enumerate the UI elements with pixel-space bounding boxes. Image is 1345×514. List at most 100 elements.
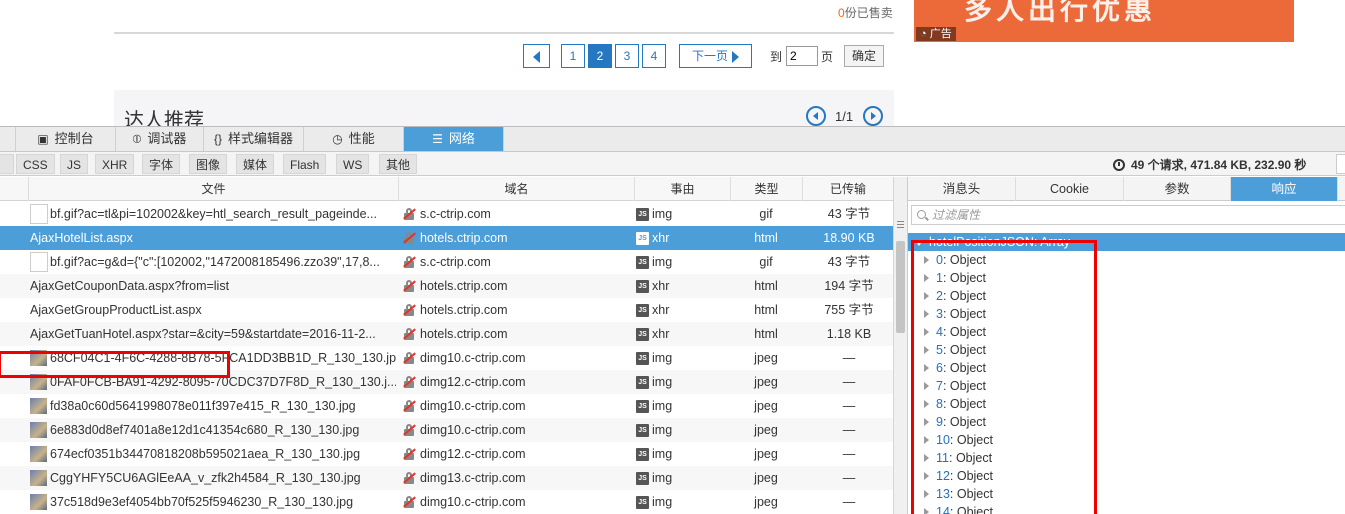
request-scrollbar[interactable]: [893, 177, 907, 514]
recommend-prev-icon[interactable]: [806, 106, 826, 126]
request-type: jpeg: [754, 399, 778, 413]
summary-box[interactable]: [1336, 154, 1345, 174]
filter-all-button[interactable]: [0, 154, 14, 174]
request-file: 37c518d9e3ef4054bb70f525f5946230_R_130_1…: [50, 495, 354, 509]
request-domain: hotels.ctrip.com: [420, 327, 508, 341]
request-domain: s.c-ctrip.com: [420, 255, 491, 269]
request-row[interactable]: bf.gif?ac=g&d={"c":[102002,"147200818549…: [0, 250, 893, 274]
image-placeholder: [30, 204, 48, 224]
recommend-count: 1/1: [835, 109, 854, 124]
request-row[interactable]: AjaxGetGroupProductList.aspx hotels.ctrip…: [0, 298, 893, 322]
request-size: 43 字节: [827, 207, 871, 221]
tab-headers[interactable]: 消息头: [908, 177, 1016, 201]
filter-ws[interactable]: WS: [336, 154, 370, 174]
goto-suffix: 页: [821, 50, 834, 64]
request-domain: hotels.ctrip.com: [420, 231, 508, 245]
tab-console[interactable]: ▣ 控制台: [16, 127, 116, 151]
request-type: gif: [759, 255, 773, 269]
request-cause: xhr: [652, 279, 670, 293]
goto-page-input[interactable]: [786, 46, 818, 66]
tab-label: 性能: [348, 131, 375, 146]
request-row[interactable]: 37c518d9e3ef4054bb70f525f5946230_R_130_1…: [0, 490, 893, 514]
request-row[interactable]: AjaxGetCouponData.aspx?from=list hotels.c…: [0, 274, 893, 298]
request-row[interactable]: AjaxGetTuanHotel.aspx?star=&city=59&star…: [0, 322, 893, 346]
filter-xhr[interactable]: XHR: [95, 154, 135, 174]
recommend-next-icon[interactable]: [863, 106, 883, 126]
tab-label: 网络: [448, 131, 475, 146]
request-type: jpeg: [754, 447, 778, 461]
tab-debugger[interactable]: ⦶ 调试器: [116, 127, 204, 151]
tab-performance[interactable]: ◷ 性能: [304, 127, 404, 151]
page-button-active[interactable]: 2: [588, 44, 612, 68]
page-button[interactable]: 1: [561, 44, 585, 68]
splitter-grip-icon[interactable]: [897, 221, 904, 222]
tab-overflow[interactable]: [0, 127, 16, 151]
filter-js[interactable]: JS: [60, 154, 89, 174]
js-icon: JS: [636, 496, 649, 509]
column-cause[interactable]: 事由: [634, 177, 730, 201]
page-button[interactable]: 3: [615, 44, 639, 68]
request-cause: img: [652, 447, 673, 461]
request-row[interactable]: bf.gif?ac=tl&pi=102002&key=htl_search_re…: [0, 202, 893, 226]
js-icon: JS: [636, 400, 649, 413]
request-size: 194 字节: [824, 279, 874, 293]
ad-banner[interactable]: 多人出行优惠 ◔ 广告: [914, 0, 1294, 42]
request-file: bf.gif?ac=tl&pi=102002&key=htl_search_re…: [50, 207, 377, 221]
thumbnail-image: [30, 446, 47, 462]
request-size: —: [842, 423, 856, 437]
performance-icon: ◷: [332, 132, 343, 146]
request-type: jpeg: [754, 495, 778, 509]
tab-style-editor[interactable]: {} 样式编辑器: [204, 127, 304, 151]
column-type[interactable]: 类型: [730, 177, 802, 201]
filter-properties-input[interactable]: 过滤属性: [911, 205, 1345, 225]
column-domain[interactable]: 域名: [398, 177, 634, 201]
confirm-button[interactable]: 确定: [844, 45, 884, 67]
tab-label: 控制台: [54, 131, 94, 146]
request-row[interactable]: AjaxHotelList.aspx hotels.ctrip.com JS xhr h…: [0, 226, 893, 250]
tab-params[interactable]: 参数: [1124, 177, 1231, 201]
filter-images[interactable]: 图像: [189, 154, 228, 174]
tab-response[interactable]: 响应: [1231, 177, 1338, 201]
request-file: bf.gif?ac=g&d={"c":[102002,"147200818549…: [50, 255, 380, 269]
filter-other[interactable]: 其他: [379, 154, 418, 174]
filter-media[interactable]: 媒体: [236, 154, 275, 174]
request-summary: 49 个请求, 471.84 KB, 232.90 秒: [1113, 156, 1306, 173]
request-domain: s.c-ctrip.com: [420, 207, 491, 221]
column-file[interactable]: 文件: [28, 177, 398, 201]
style-editor-icon: {}: [213, 132, 222, 146]
insecure-lock-icon: [403, 232, 416, 244]
request-cause: img: [652, 351, 673, 365]
divider: [114, 32, 894, 34]
filter-flash[interactable]: Flash: [283, 154, 327, 174]
request-size: 1.18 KB: [826, 327, 872, 341]
scrollbar-thumb[interactable]: [896, 241, 905, 333]
js-icon: JS: [636, 304, 649, 317]
next-page-button[interactable]: 下一页: [679, 44, 752, 68]
thumbnail-image: [30, 470, 47, 486]
request-domain: dimg10.c-ctrip.com: [420, 423, 526, 437]
request-file: 6e883d0d8ef7401a8e12d1c41354c680_R_130_1…: [50, 423, 360, 437]
request-row[interactable]: 6e883d0d8ef7401a8e12d1c41354c680_R_130_1…: [0, 418, 893, 442]
highlight-box: [0, 351, 230, 378]
request-cause: xhr: [652, 303, 670, 317]
console-icon: ▣: [37, 132, 49, 146]
request-type: html: [754, 327, 778, 341]
details-tabbar: 消息头 Cookie 参数 响应: [908, 177, 1345, 201]
request-cause: img: [652, 375, 673, 389]
request-row[interactable]: fd38a0c60d5641998078e011f397e415_R_130_1…: [0, 394, 893, 418]
filter-fonts[interactable]: 字体: [142, 154, 181, 174]
filter-css[interactable]: CSS: [16, 154, 55, 174]
js-icon: JS: [636, 256, 649, 269]
js-icon: JS: [636, 232, 649, 245]
request-file: AjaxGetGroupProductList.aspx: [30, 303, 202, 317]
tab-cookies[interactable]: Cookie: [1016, 177, 1124, 201]
request-domain: dimg10.c-ctrip.com: [420, 495, 526, 509]
request-row[interactable]: CggYHFY5CU6AGlEeAA_v_zfk2h4584_R_130_130…: [0, 466, 893, 490]
column-transferred[interactable]: 已传输: [802, 177, 893, 201]
request-size: —: [842, 351, 856, 365]
tab-network[interactable]: ☰ 网络: [404, 127, 504, 151]
request-row[interactable]: 674ecf0351b34470818208b595021aea_R_130_1…: [0, 442, 893, 466]
request-domain: dimg10.c-ctrip.com: [420, 351, 526, 365]
page-button[interactable]: 4: [642, 44, 666, 68]
prev-page-button[interactable]: [523, 44, 550, 68]
